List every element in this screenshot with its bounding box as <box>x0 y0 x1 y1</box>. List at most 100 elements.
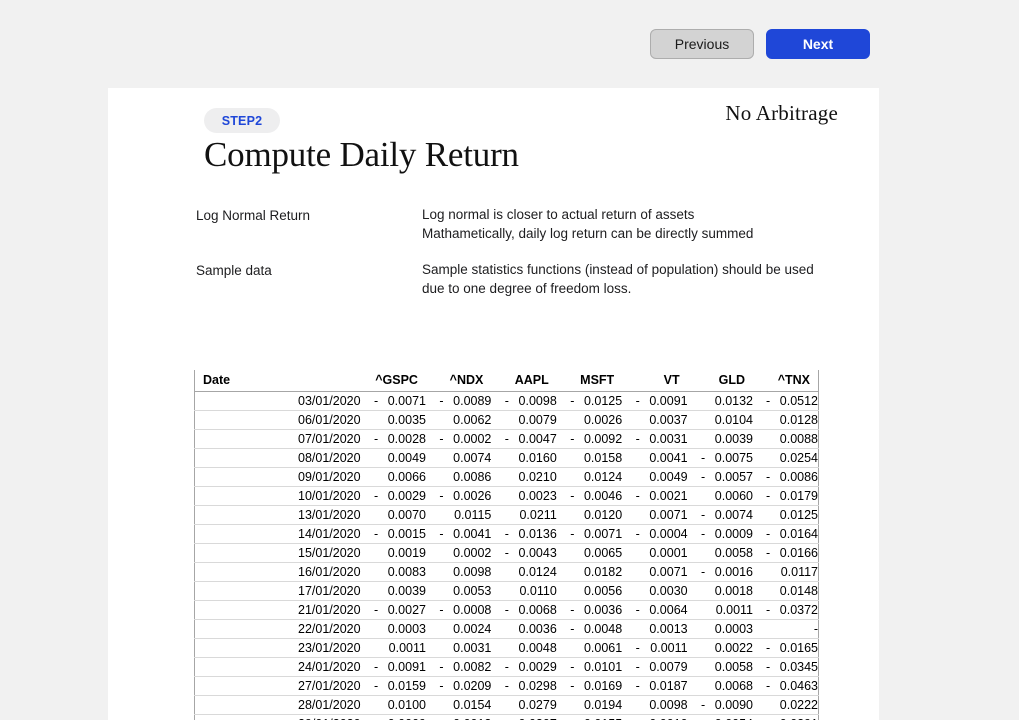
cell-ndx: -0.0041 <box>425 524 492 544</box>
numeric-value: -0.0089 <box>426 394 491 408</box>
table-body: 03/01/2020-0.0071-0.0089-0.0098-0.0125-0… <box>193 391 819 720</box>
value-text: 0.0098 <box>518 394 557 408</box>
cell-vt: -0.0011 <box>622 638 688 658</box>
value-text: 0.0061 <box>583 641 623 655</box>
negative-sign: - <box>570 679 575 693</box>
numeric-value: 0.0098 <box>426 565 491 579</box>
numeric-value: -0.0036 <box>557 603 622 617</box>
negative-sign: - <box>635 641 640 655</box>
table-header: Date ^GSPC ^NDX AAPL MSFT VT GLD ^TNX <box>193 370 819 392</box>
cell-gspc: 0.0049 <box>360 448 426 468</box>
cell-gspc: -0.0159 <box>360 676 426 696</box>
numeric-value: 0.0058 <box>688 546 753 560</box>
table-row: 03/01/2020-0.0071-0.0089-0.0098-0.0125-0… <box>193 391 819 411</box>
cell-gspc: 0.0011 <box>360 638 426 658</box>
numeric-value: 0.0049 <box>361 451 426 465</box>
brand-logo: No Arbitrage <box>725 101 838 125</box>
value-text: 0.0124 <box>583 470 623 484</box>
cell-aapl: 0.0207 <box>491 714 557 720</box>
numeric-value: -0.0463 <box>753 679 818 693</box>
numeric-value: 0.0158 <box>557 451 622 465</box>
numeric-value: -0.0512 <box>753 394 818 408</box>
value-text: 0.0071 <box>649 565 688 579</box>
next-button[interactable]: Next <box>766 29 870 59</box>
cell-ndx: -0.0026 <box>425 486 492 506</box>
numeric-value: -0.0016 <box>688 565 753 579</box>
value-text: 0.0049 <box>387 451 426 465</box>
numeric-value: 0.0211 <box>491 508 556 522</box>
table-row: 28/01/2020 0.0100 0.0154 0.0279 0.0194 0.0098… <box>193 695 819 715</box>
cell-gspc: 0.0100 <box>360 695 426 715</box>
value-text: 0.0222 <box>779 698 818 712</box>
previous-button[interactable]: Previous <box>650 29 754 59</box>
cell-gld: -0.0057 <box>687 467 753 487</box>
negative-sign: - <box>635 660 640 674</box>
value-text: 0.0058 <box>714 660 753 674</box>
cell-vt: 0.0071 <box>622 562 688 582</box>
cell-msft: -0.0101 <box>556 657 623 677</box>
numeric-value: -0.0046 <box>557 489 622 503</box>
value-text: 0.0066 <box>387 470 426 484</box>
value-text: 0.0074 <box>453 451 492 465</box>
cell-aapl: -0.0136 <box>491 524 557 544</box>
cell-ndx: 0.0024 <box>425 619 492 639</box>
value-text: 0.0148 <box>779 584 818 598</box>
negative-sign: - <box>701 470 706 484</box>
negative-sign: - <box>504 603 509 617</box>
numeric-value: 0.0098 <box>622 698 687 712</box>
cell-aapl: -0.0068 <box>491 600 557 620</box>
table-row: 29/01/2020-0.00090.00120.02070.0155-0.00… <box>193 714 819 720</box>
cell-tnx: -0.0463 <box>753 676 819 696</box>
numeric-value: 0.0031 <box>426 641 491 655</box>
value-text: 0.0159 <box>387 679 426 693</box>
negative-sign: - <box>635 527 640 541</box>
cell-ndx: -0.0002 <box>425 429 492 449</box>
numeric-value: 0.0074 <box>426 451 491 465</box>
numeric-value: -0.0098 <box>491 394 557 408</box>
negative-sign: - <box>373 432 379 446</box>
value-text: 0.0092 <box>583 432 623 446</box>
negative-sign: - <box>766 394 771 408</box>
value-text: 0.0075 <box>714 451 753 465</box>
value-text: 0.0048 <box>518 641 557 655</box>
negative-sign: - <box>766 527 771 541</box>
numeric-value: 0.0018 <box>688 584 753 598</box>
cell-aapl: 0.0036 <box>491 619 557 639</box>
cell-gld: 0.0018 <box>687 581 753 601</box>
value-text: 0.0164 <box>779 527 818 541</box>
numeric-value: -0.0372 <box>753 603 818 617</box>
numeric-value: -0.0179 <box>753 489 818 503</box>
numeric-value: 0.0079 <box>491 413 557 427</box>
table-row: 24/01/2020-0.0091-0.0082-0.0029-0.0101-0… <box>193 657 819 677</box>
value-text: 0.0035 <box>387 413 426 427</box>
value-text: 0.0002 <box>453 546 492 560</box>
negative-sign: - <box>766 489 771 503</box>
numeric-value: 0.0160 <box>491 451 557 465</box>
negative-sign: - <box>701 508 706 522</box>
value-text: 0.0098 <box>453 565 492 579</box>
cell-tnx: - <box>753 619 819 639</box>
cell-ndx: -0.0209 <box>425 676 492 696</box>
negative-sign: - <box>766 641 771 655</box>
numeric-value: 0.0022 <box>688 641 753 655</box>
cell-date: 17/01/2020 <box>193 581 361 601</box>
value-text: 0.0053 <box>453 584 492 598</box>
cell-aapl: -0.0098 <box>491 391 557 411</box>
value-text: 0.0463 <box>779 679 818 693</box>
numeric-value: -0.0029 <box>491 660 557 674</box>
cell-date: 06/01/2020 <box>193 410 361 430</box>
numeric-value: 0.0083 <box>361 565 426 579</box>
column-header-date: Date <box>193 370 361 392</box>
numeric-value: 0.0088 <box>753 432 818 446</box>
negative-sign: - <box>504 432 509 446</box>
negative-sign: - <box>635 432 640 446</box>
negative-sign: - <box>504 394 509 408</box>
cell-aapl: 0.0279 <box>491 695 557 715</box>
cell-date: 15/01/2020 <box>193 543 361 563</box>
negative-sign: - <box>766 660 771 674</box>
cell-date: 23/01/2020 <box>193 638 361 658</box>
cell-vt: 0.0001 <box>622 543 688 563</box>
note-body: Log normal is closer to actual return of… <box>422 206 856 243</box>
value-text: 0.0086 <box>453 470 492 484</box>
cell-aapl: 0.0210 <box>491 467 557 487</box>
